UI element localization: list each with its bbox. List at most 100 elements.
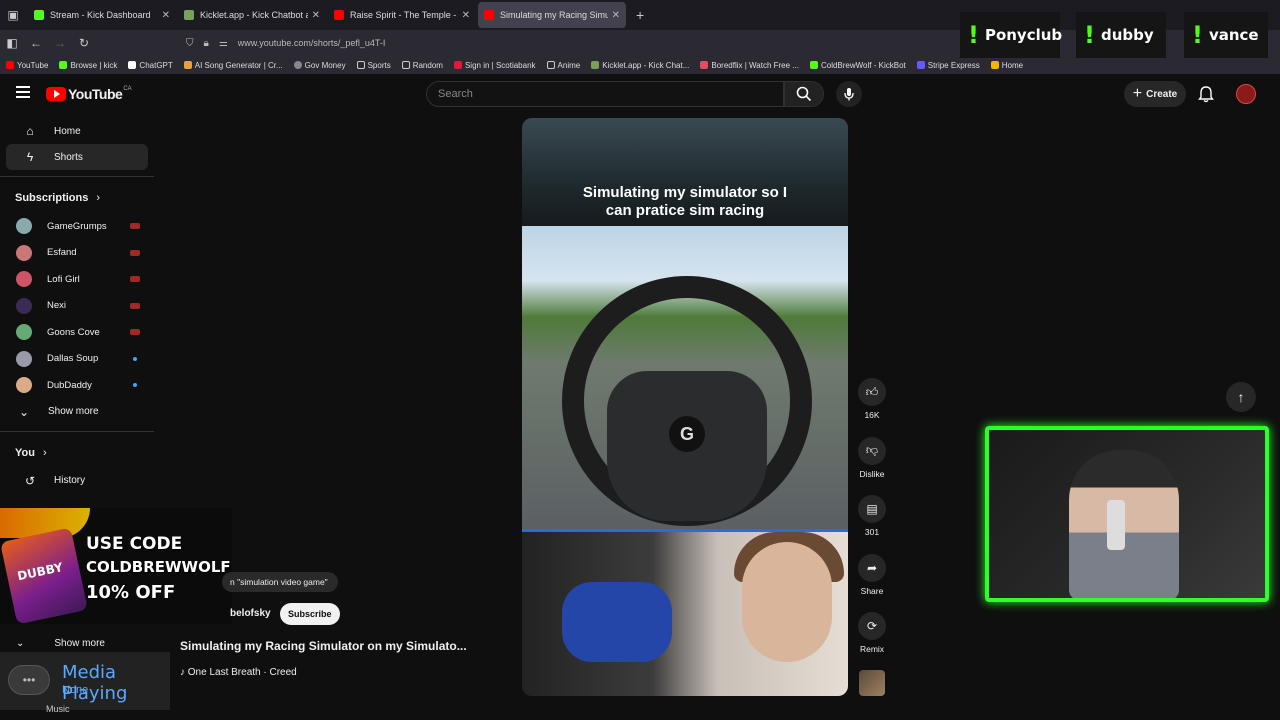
share-button[interactable]: ➦ Share	[852, 553, 892, 613]
bookmark-favicon	[809, 61, 818, 69]
close-tab-icon[interactable]: ✕	[162, 10, 170, 21]
account-avatar[interactable]	[1236, 84, 1256, 104]
you-heading[interactable]: You ›	[0, 438, 160, 468]
back-icon[interactable]: ←	[24, 36, 48, 50]
channel-name[interactable]: belofsky	[230, 608, 271, 619]
subscriptions-heading[interactable]: Subscriptions ›	[0, 183, 160, 213]
shorts-video-player[interactable]: Simulating my simulator so I can pratice…	[522, 118, 848, 696]
promo-line-1: USE CODE	[86, 534, 183, 554]
promo-line-2: COLDBREWWOLF	[86, 558, 231, 576]
remix-button[interactable]: ⟳ Remix	[852, 612, 892, 671]
new-tab-icon[interactable]: +	[636, 7, 644, 23]
hamburger-menu-icon[interactable]	[16, 86, 30, 98]
bookmark-random[interactable]: Random	[401, 61, 443, 70]
bookmark-anime[interactable]: Anime	[546, 61, 580, 70]
exclamation-icon: !	[968, 21, 979, 49]
tab-simulating-racing[interactable]: Simulating my Racing Simu ✕	[478, 2, 626, 28]
kicklet-favicon	[184, 10, 194, 20]
sidebar-item-lofi-girl[interactable]: Lofi Girl	[0, 266, 140, 293]
bookmarks-bar: YouTube Browse | kick ChatGPT AI Song Ge…	[0, 56, 1280, 74]
sidebar-toggle-icon[interactable]: ◧	[0, 36, 24, 50]
comment-icon: ▤	[858, 495, 886, 523]
channel-avatar	[16, 218, 32, 235]
song-link[interactable]: ♪ One Last Breath · Creed	[180, 667, 297, 678]
share-arrow-icon: ➦	[858, 553, 886, 582]
channel-name: Esfand	[47, 247, 77, 259]
bookmark-stripe[interactable]: Stripe Express	[916, 61, 980, 70]
bookmark-kickbot[interactable]: ColdBrewWolf - KickBot	[809, 60, 906, 70]
search-button[interactable]	[784, 81, 824, 107]
channel-avatar	[16, 377, 32, 394]
sidebar-item-label: History	[54, 475, 86, 486]
sidebar-item-esfand[interactable]: Esfand	[0, 240, 140, 267]
sidebar-item-goons-cove[interactable]: Goons Cove	[0, 319, 140, 346]
sidebar: ⌂ Home ϟ Shorts Subscriptions › GameGrump…	[0, 118, 160, 494]
bookmark-home[interactable]: Home	[990, 61, 1023, 70]
streamer-webcam-overlay	[985, 426, 1269, 602]
reload-icon[interactable]: ↻	[72, 36, 96, 50]
bookmark-ai-song[interactable]: AI Song Generator | Cr...	[183, 60, 283, 70]
close-tab-icon[interactable]: ✕	[462, 10, 470, 21]
subscribe-button[interactable]: Subscribe	[280, 603, 340, 625]
bookmark-sports[interactable]: Sports	[356, 61, 391, 70]
can-label: DUBBY	[16, 560, 65, 584]
bookmark-scotiabank[interactable]: Sign in | Scotiabank	[453, 61, 536, 70]
sidebar-item-nexi[interactable]: Nexi	[0, 293, 140, 320]
exclamation-icon: !	[1192, 21, 1203, 49]
channel-name: Nexi	[47, 300, 67, 312]
tab-raise-spirit[interactable]: Raise Spirit - The Temple - YouT ✕	[328, 2, 476, 28]
create-label: Create	[1146, 88, 1178, 100]
voice-search-button[interactable]	[836, 81, 862, 107]
overlay-tag-ponyclub: ! Ponyclub	[960, 12, 1063, 58]
bookmark-gov-money[interactable]: Gov Money	[293, 61, 346, 70]
previous-video-button[interactable]: ↑	[1226, 382, 1256, 412]
bookmark-kicklet[interactable]: Kicklet.app - Kick Chat...	[591, 61, 689, 70]
audio-thumbnail[interactable]	[859, 670, 885, 696]
bookmark-label: Browse | kick	[70, 60, 118, 70]
bookmark-label: Kicklet.app - Kick Chat...	[602, 60, 690, 70]
bookmark-boredflix[interactable]: Boredflix | Watch Free ...	[700, 61, 799, 70]
sidebar-item-history[interactable]: ↺ History	[6, 468, 148, 494]
share-label: Share	[860, 585, 884, 596]
sidebar-item-dubdaddy[interactable]: DubDaddy	[0, 372, 140, 399]
tab-kicklet[interactable]: Kicklet.app - Kick Chatbot and C ✕	[178, 2, 326, 28]
bookmark-label: AI Song Generator | Cr...	[194, 60, 283, 70]
show-more-button[interactable]: ⌄ Show more	[6, 399, 148, 425]
close-tab-icon[interactable]: ✕	[312, 10, 320, 21]
tab-overview-icon[interactable]: ▣	[0, 0, 26, 30]
tab-title: Kicklet.app - Kick Chatbot and C	[200, 10, 308, 20]
bookmark-favicon	[183, 61, 192, 69]
media-playing-widget: ••• Media Playing None	[0, 652, 170, 710]
bookmark-kick[interactable]: Browse | kick	[59, 61, 117, 70]
sidebar-item-gamegrumps[interactable]: GameGrumps	[0, 213, 140, 240]
forward-icon[interactable]: →	[48, 36, 72, 50]
channel-avatar	[16, 244, 32, 261]
search-input[interactable]: Search	[426, 81, 784, 107]
live-indicator-icon	[130, 223, 140, 230]
sidebar-item-home[interactable]: ⌂ Home	[6, 118, 148, 144]
arrow-up-icon: ↑	[1237, 389, 1245, 405]
sidebar-item-music[interactable]: Music	[46, 704, 70, 714]
comment-count: 301	[864, 527, 880, 537]
notifications-bell-icon[interactable]	[1198, 85, 1214, 108]
show-more-button-bottom[interactable]: ⌄ Show more	[16, 638, 105, 649]
like-button[interactable]: 👍︎ 16K	[852, 378, 892, 437]
thumbs-down-icon: 👎︎	[858, 436, 886, 465]
comments-button[interactable]: ▤ 301	[852, 495, 892, 554]
create-button[interactable]: + Create	[1124, 81, 1186, 107]
overlay-tag-text: Ponyclub	[984, 26, 1063, 44]
dislike-button[interactable]: 👎︎ Dislike	[852, 436, 892, 496]
bookmark-favicon	[700, 61, 709, 69]
sidebar-item-dallas-soup[interactable]: Dallas Soup	[0, 346, 140, 373]
tab-kick-dashboard[interactable]: Stream - Kick Dashboard ✕	[28, 2, 176, 28]
related-search-chip[interactable]: n "simulation video game"	[222, 572, 338, 592]
youtube-logo[interactable]: YouTube CA	[46, 86, 132, 102]
dislike-label: Dislike	[859, 468, 885, 479]
address-bar[interactable]: ⛉ 🔒︎ ⚌ www.youtube.com/shorts/_pefl_u4T-…	[186, 33, 706, 53]
bookmark-youtube[interactable]: YouTube	[6, 61, 48, 70]
bookmark-label: ColdBrewWolf - KickBot	[820, 60, 906, 70]
sidebar-item-shorts[interactable]: ϟ Shorts	[6, 144, 148, 170]
bookmark-chatgpt[interactable]: ChatGPT	[128, 61, 173, 70]
video-title[interactable]: Simulating my Racing Simulator on my Sim…	[180, 639, 467, 653]
close-tab-icon[interactable]: ✕	[612, 10, 620, 21]
